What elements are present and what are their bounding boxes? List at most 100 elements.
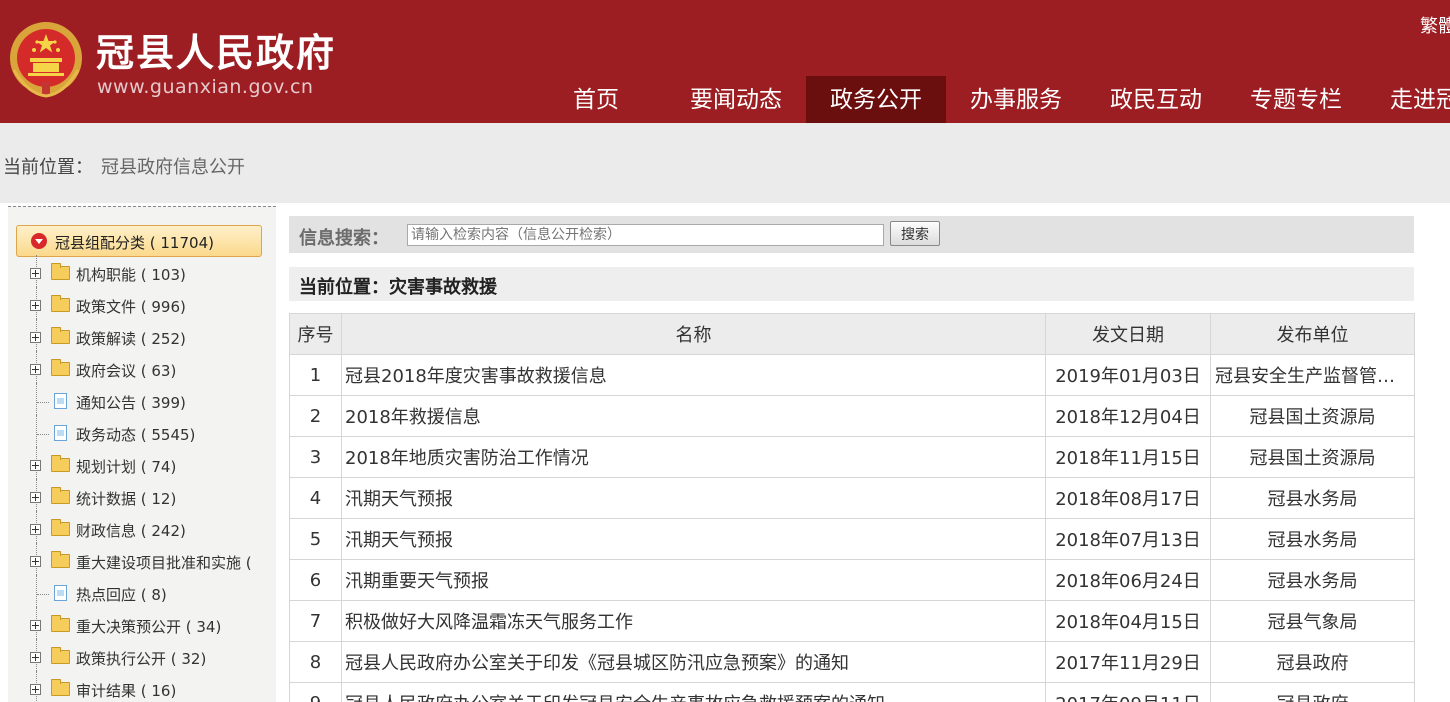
current-location-bar: 当前位置：灾害事故救援	[289, 267, 1414, 301]
breadcrumb: 当前位置： 冠县政府信息公开	[0, 123, 1450, 203]
row-title-link[interactable]: 汛期天气预报	[341, 518, 1046, 560]
tree-item[interactable]: 重大建设项目批准和实施 (	[28, 543, 268, 583]
folder-icon	[51, 455, 70, 472]
tree-item-label: 统计数据 ( 12)	[76, 490, 177, 508]
row-title-link[interactable]: 汛期天气预报	[341, 477, 1046, 519]
row-index: 4	[289, 477, 342, 519]
tree-item-label: 政策文件 ( 996)	[76, 298, 186, 316]
nav-government-affairs[interactable]: 政务公开	[806, 76, 946, 123]
nav-news[interactable]: 要闻动态	[666, 76, 806, 123]
row-title-link[interactable]: 汛期重要天气预报	[341, 559, 1046, 601]
row-date: 2019年01月03日	[1045, 354, 1211, 396]
site-title: 冠县人民政府	[96, 31, 337, 75]
main-nav: 首页 要闻动态 政务公开 办事服务 政民互动 专题专栏 走进冠县	[526, 76, 1450, 123]
expand-plus-icon[interactable]	[30, 332, 41, 343]
tree-item-label: 通知公告 ( 399)	[76, 394, 186, 412]
row-date: 2018年07月13日	[1045, 518, 1211, 560]
expand-plus-icon[interactable]	[30, 652, 41, 663]
expand-plus-icon[interactable]	[30, 364, 41, 375]
table-row[interactable]: 8 冠县人民政府办公室关于印发《冠县城区防汛应急预案》的通知 2017年11月29日…	[289, 641, 1415, 683]
nav-special-topics[interactable]: 专题专栏	[1226, 76, 1366, 123]
tree-item[interactable]: 通知公告 ( 399)	[28, 383, 268, 423]
table-row[interactable]: 4 汛期天气预报 2018年08月17日 冠县水务局	[289, 477, 1415, 519]
column-header-date: 发文日期	[1045, 313, 1211, 355]
breadcrumb-link[interactable]: 冠县政府信息公开	[101, 153, 245, 179]
expand-plus-icon[interactable]	[30, 460, 41, 471]
nav-interaction[interactable]: 政民互动	[1086, 76, 1226, 123]
document-icon	[54, 585, 67, 601]
table-row[interactable]: 5 汛期天气预报 2018年07月13日 冠县水务局	[289, 518, 1415, 560]
folder-icon	[51, 487, 70, 504]
folder-icon	[51, 327, 70, 344]
folder-icon	[51, 263, 70, 280]
tree-item[interactable]: 政府会议 ( 63)	[28, 351, 268, 391]
table-row[interactable]: 3 2018年地质灾害防治工作情况 2018年11月15日 冠县国土资源局	[289, 436, 1415, 478]
expand-plus-icon[interactable]	[30, 620, 41, 631]
row-index: 8	[289, 641, 342, 683]
document-icon	[54, 425, 67, 441]
row-date: 2018年12月04日	[1045, 395, 1211, 437]
tree-item-label: 财政信息 ( 242)	[76, 522, 186, 540]
column-header-index: 序号	[289, 313, 342, 355]
expand-plus-icon[interactable]	[30, 556, 41, 567]
tree-item[interactable]: 规划计划 ( 74)	[28, 447, 268, 487]
row-index: 6	[289, 559, 342, 601]
row-publisher: 冠县水务局	[1210, 477, 1415, 519]
tree-item[interactable]: 重大决策预公开 ( 34)	[28, 607, 268, 647]
expand-plus-icon[interactable]	[30, 524, 41, 535]
expand-plus-icon[interactable]	[30, 492, 41, 503]
nav-about-guanxian[interactable]: 走进冠县	[1366, 76, 1450, 123]
tree-connector	[37, 594, 49, 595]
tree-item[interactable]: 审计结果 ( 16)	[28, 671, 268, 702]
folder-icon	[51, 615, 70, 632]
table-row[interactable]: 7 积极做好大风降温霜冻天气服务工作 2018年04月15日 冠县气象局	[289, 600, 1415, 642]
table-row[interactable]: 6 汛期重要天气预报 2018年06月24日 冠县水务局	[289, 559, 1415, 601]
table-header-row: 序号 名称 发文日期 发布单位	[289, 313, 1415, 355]
row-title-link[interactable]: 冠县人民政府办公室关于印发《冠县城区防汛应急预案》的通知	[341, 641, 1046, 683]
tree-item[interactable]: 财政信息 ( 242)	[28, 511, 268, 551]
row-date: 2017年11月29日	[1045, 641, 1211, 683]
folder-icon	[51, 295, 70, 312]
row-publisher: 冠县政府	[1210, 682, 1415, 702]
tree-item-label: 政务动态 ( 5545)	[76, 426, 196, 444]
current-location-text: 当前位置：灾害事故救援	[299, 277, 497, 298]
nav-home[interactable]: 首页	[526, 76, 666, 123]
traditional-chinese-link[interactable]: 繁體	[1420, 12, 1450, 38]
folder-icon	[51, 679, 70, 696]
row-index: 7	[289, 600, 342, 642]
expand-plus-icon[interactable]	[30, 684, 41, 695]
tree-item-label: 政策执行公开 ( 32)	[76, 650, 207, 668]
row-title-link[interactable]: 积极做好大风降温霜冻天气服务工作	[341, 600, 1046, 642]
tree-item[interactable]: 政策文件 ( 996)	[28, 287, 268, 327]
row-title-link[interactable]: 冠县2018年度灾害事故救援信息	[341, 354, 1046, 396]
tree-root-node[interactable]: 冠县组配分类 ( 11704)	[16, 225, 262, 257]
table-row[interactable]: 2 2018年救援信息 2018年12月04日 冠县国土资源局	[289, 395, 1415, 437]
row-title-link[interactable]: 2018年地质灾害防治工作情况	[341, 436, 1046, 478]
expand-plus-icon[interactable]	[30, 300, 41, 311]
table-row[interactable]: 1 冠县2018年度灾害事故救援信息 2019年01月03日 冠县安全生产监督管理局	[289, 354, 1415, 396]
tree-item-label: 热点回应 ( 8)	[76, 586, 167, 604]
search-input[interactable]	[407, 224, 884, 246]
site-header: 冠县人民政府 www.guanxian.gov.cn 繁體 首页 要闻动态 政务…	[0, 0, 1450, 123]
row-index: 3	[289, 436, 342, 478]
tree-item[interactable]: 统计数据 ( 12)	[28, 479, 268, 519]
tree-item[interactable]: 机构职能 ( 103)	[28, 255, 268, 295]
tree-item-label: 重大决策预公开 ( 34)	[76, 618, 222, 636]
tree-item[interactable]: 政策解读 ( 252)	[28, 319, 268, 359]
row-title-link[interactable]: 2018年救援信息	[341, 395, 1046, 437]
nav-services[interactable]: 办事服务	[946, 76, 1086, 123]
row-publisher: 冠县国土资源局	[1210, 395, 1415, 437]
row-title-link[interactable]: 冠县人民政府办公室关于印发冠县安全生产事故应急救援预案的通知	[341, 682, 1046, 702]
column-header-publisher: 发布单位	[1210, 313, 1415, 355]
table-row[interactable]: 9冠县人民政府办公室关于印发冠县安全生产事故应急救援预案的通知2017年09月1…	[289, 682, 1415, 702]
folder-icon	[51, 359, 70, 376]
tree-item[interactable]: 政策执行公开 ( 32)	[28, 639, 268, 679]
tree-item[interactable]: 热点回应 ( 8)	[28, 575, 268, 615]
search-button[interactable]: 搜索	[890, 221, 940, 246]
expand-plus-icon[interactable]	[30, 268, 41, 279]
folder-icon	[51, 647, 70, 664]
row-date: 2017年09月11日	[1045, 682, 1211, 702]
row-publisher: 冠县政府	[1210, 641, 1415, 683]
tree-item-label: 重大建设项目批准和实施 (	[76, 554, 252, 572]
tree-item[interactable]: 政务动态 ( 5545)	[28, 415, 268, 455]
